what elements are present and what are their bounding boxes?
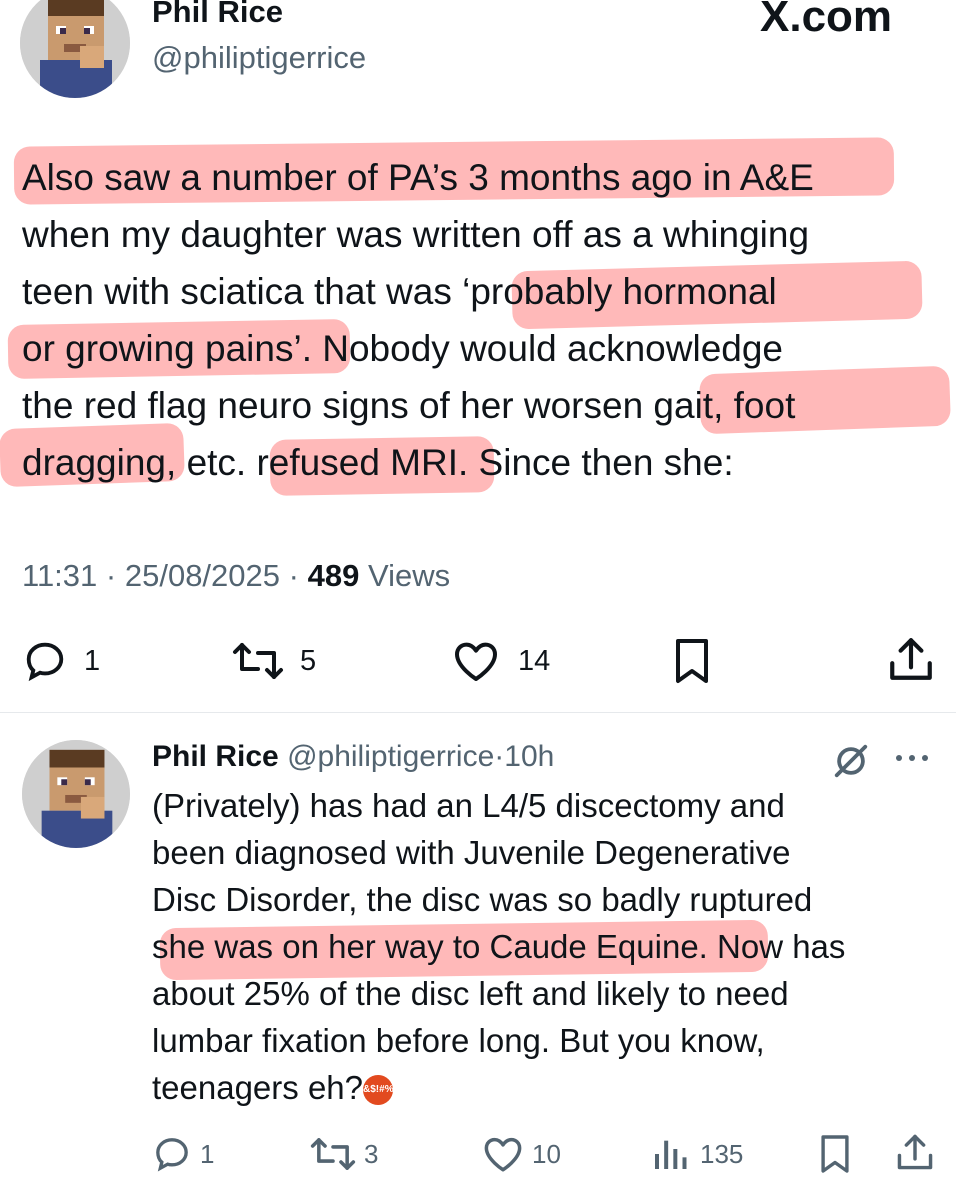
- views-count: 135: [700, 1138, 744, 1169]
- reply-text-line: she was on her way to Caude Equine. Now …: [152, 928, 846, 965]
- tweet-text-line: Also saw a number of PA’s 3 months ago i…: [22, 157, 814, 198]
- bookmark-button[interactable]: [672, 636, 712, 686]
- tweet-date[interactable]: 25/08/2025: [125, 558, 280, 593]
- bookmark-button[interactable]: [818, 1132, 852, 1176]
- reply-icon: [156, 1138, 188, 1172]
- reply-icon: [26, 642, 64, 682]
- reply-header: Phil Rice @philiptigerrice·10h: [152, 740, 554, 774]
- views-button[interactable]: 135: [650, 1134, 743, 1174]
- retweet-icon: [310, 1138, 356, 1170]
- retweet-button[interactable]: 5: [232, 638, 316, 684]
- reply-button[interactable]: 1: [22, 638, 100, 684]
- views-count: 489: [307, 558, 360, 593]
- reply-text-line: been diagnosed with Juvenile Degenerativ…: [152, 834, 791, 871]
- slash-circle-icon: [834, 744, 868, 778]
- grok-button[interactable]: [832, 742, 870, 780]
- reply-text-line-last: teenagers eh?&$!#%: [152, 1069, 394, 1106]
- more-button[interactable]: [892, 746, 932, 770]
- author-name[interactable]: Phil Rice: [152, 740, 279, 773]
- tweet-divider: [0, 712, 956, 713]
- like-count: 10: [532, 1138, 561, 1169]
- meta-separator: ·: [105, 558, 117, 593]
- like-count: 14: [518, 644, 551, 677]
- avatar[interactable]: [20, 0, 130, 98]
- more-icon: [896, 755, 928, 761]
- like-button[interactable]: 14: [452, 638, 550, 684]
- reply-text-line: Disc Disorder, the disc was so badly rup…: [152, 881, 813, 918]
- heart-icon: [484, 1137, 522, 1172]
- reply-count: 1: [84, 644, 101, 677]
- bookmark-icon: [676, 639, 708, 683]
- reply-count: 1: [200, 1138, 215, 1169]
- tweet-time[interactable]: 11:31: [22, 558, 97, 593]
- like-button[interactable]: 10: [482, 1134, 561, 1174]
- bookmark-icon: [821, 1135, 849, 1173]
- tweet-text-line: the red flag neuro signs of her worsen g…: [22, 385, 796, 426]
- tweet-text-line: teen with sciatica that was ‘probably ho…: [22, 271, 777, 312]
- site-watermark: X.com: [760, 0, 893, 41]
- tweet-text-line: dragging, etc. refused MRI. Since then s…: [22, 442, 734, 483]
- retweet-icon: [233, 643, 283, 679]
- share-button[interactable]: [896, 1130, 934, 1174]
- reply-text: teenagers eh?: [152, 1069, 364, 1106]
- views-label: Views: [367, 558, 451, 593]
- heart-icon: [455, 642, 497, 681]
- header-separator: ·: [494, 740, 505, 773]
- share-icon: [897, 1134, 933, 1170]
- tweet-text-line: or growing pains’. Nobody would acknowle…: [22, 328, 784, 369]
- retweet-count: 3: [364, 1138, 379, 1169]
- avatar[interactable]: [22, 740, 130, 848]
- reply-text-line: about 25% of the disc left and likely to…: [152, 975, 789, 1012]
- author-handle[interactable]: @philiptigerrice: [152, 40, 366, 76]
- reply-text-line: lumbar fixation before long. But you kno…: [152, 1022, 765, 1059]
- author-handle[interactable]: @philiptigerrice: [287, 740, 494, 773]
- share-icon: [890, 638, 932, 680]
- angry-emoji-icon: &$!#%: [363, 1075, 394, 1106]
- views-chart-icon: [655, 1140, 687, 1169]
- avatar-image: [22, 740, 130, 848]
- reply-text-line: (Privately) has had an L4/5 discectomy a…: [152, 787, 785, 824]
- avatar-image: [20, 0, 130, 98]
- retweet-count: 5: [300, 644, 317, 677]
- meta-separator: ·: [288, 558, 299, 593]
- tweet-text-line: when my daughter was written off as a wh…: [22, 214, 810, 255]
- author-name[interactable]: Phil Rice: [152, 0, 283, 30]
- time-ago[interactable]: 10h: [504, 740, 554, 773]
- tweet-meta: 11:31 · 25/08/2025 · 489 Views: [22, 558, 450, 594]
- retweet-button[interactable]: 3: [310, 1134, 378, 1174]
- share-button[interactable]: [888, 634, 934, 684]
- reply-button[interactable]: 1: [152, 1134, 214, 1174]
